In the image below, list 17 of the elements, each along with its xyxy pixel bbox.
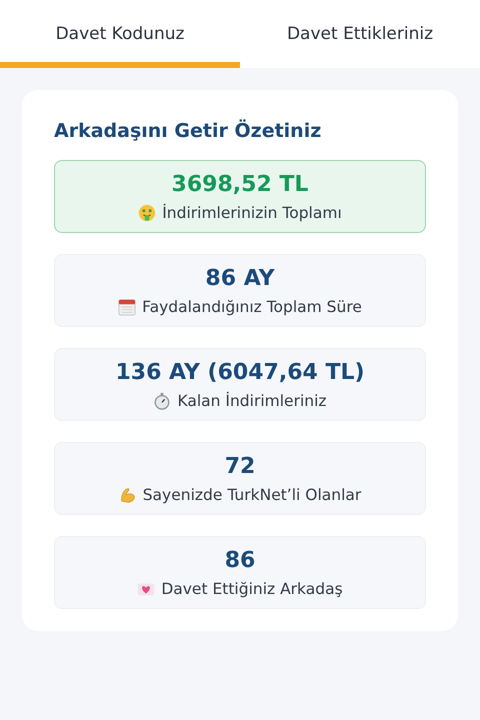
stat-label: İndirimlerinizin Toplamı bbox=[162, 204, 342, 222]
stat-label: Faydalandığınız Toplam Süre bbox=[142, 298, 362, 316]
summary-title: Arkadaşını Getir Özetiniz bbox=[54, 120, 322, 142]
stopwatch-icon bbox=[153, 392, 172, 410]
stat-value: 136 AY (6047,64 TL) bbox=[115, 360, 365, 385]
stat-label: Kalan İndirimleriniz bbox=[177, 392, 327, 410]
flexed-arm-icon bbox=[118, 486, 137, 504]
stat-label: Davet Ettiğiniz Arkadaş bbox=[161, 580, 343, 598]
stat-label: Sayenizde TurkNet’li Olanlar bbox=[142, 486, 362, 504]
stat-value: 72 bbox=[224, 454, 256, 479]
stat-value: 86 bbox=[224, 548, 256, 573]
stat-value: 3698,52 TL bbox=[172, 172, 308, 197]
calendar-icon bbox=[118, 298, 136, 316]
tab[interactable]: Davet Ettikleriniz bbox=[240, 0, 480, 68]
stat-value: 86 AY bbox=[205, 266, 275, 291]
tab[interactable]: Davet Kodunuz bbox=[0, 0, 240, 68]
money-face-icon bbox=[138, 204, 156, 222]
